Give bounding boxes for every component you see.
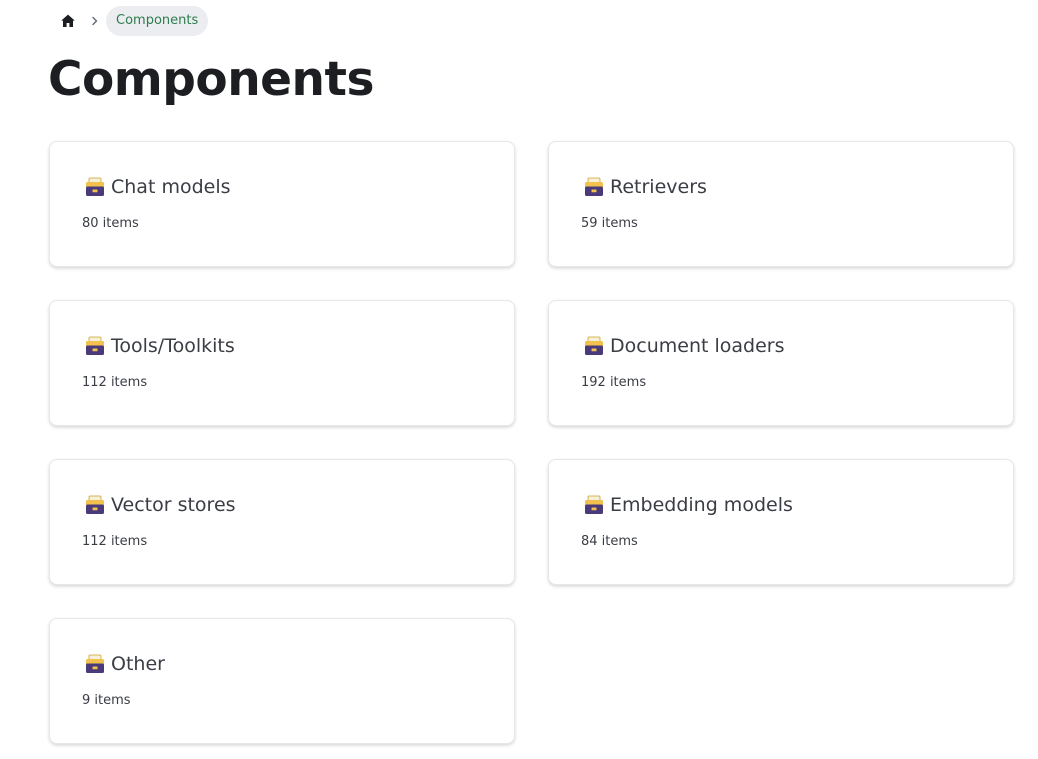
card-title-text: Other [111,653,165,675]
category-card-chat-models[interactable]: Chat models 80 items [49,141,515,267]
card-file-box-icon [583,176,605,198]
card-title: Vector stores [84,492,236,518]
card-file-box-icon [583,335,605,357]
category-card-tools-toolkits[interactable]: Tools/Toolkits 112 items [49,300,515,426]
card-item-count: 112 items [82,375,148,390]
category-card-retrievers[interactable]: Retrievers 59 items [548,141,1014,267]
card-title-text: Retrievers [610,176,707,198]
card-title: Embedding models [583,492,793,518]
card-file-box-icon [583,494,605,516]
breadcrumb: Components [52,5,209,36]
card-item-count: 84 items [581,534,638,549]
category-card-embedding-models[interactable]: Embedding models 84 items [548,459,1014,585]
card-file-box-icon [84,176,106,198]
card-file-box-icon [84,335,106,357]
page: Components Components Chat models 80 ite… [0,0,1038,759]
card-title: Chat models [84,174,231,200]
card-title: Tools/Toolkits [84,333,235,359]
category-card-document-loaders[interactable]: Document loaders 192 items [548,300,1014,426]
card-title-text: Chat models [111,176,231,198]
category-card-vector-stores[interactable]: Vector stores 112 items [49,459,515,585]
card-item-count: 59 items [581,216,638,231]
card-title-text: Embedding models [610,494,793,516]
chevron-right-icon [84,6,106,36]
card-item-count: 9 items [82,693,131,708]
breadcrumb-current[interactable]: Components [106,5,209,36]
page-title: Components [48,52,374,107]
card-title: Document loaders [583,333,784,359]
card-title: Other [84,651,165,677]
card-file-box-icon [84,653,106,675]
card-item-count: 192 items [581,375,647,390]
card-title-text: Document loaders [610,335,785,357]
card-title: Retrievers [583,174,707,200]
card-item-count: 112 items [82,534,148,549]
card-file-box-icon [84,494,106,516]
card-title-text: Vector stores [111,494,236,516]
card-title-text: Tools/Toolkits [111,335,235,357]
home-icon [61,14,75,27]
category-card-other[interactable]: Other 9 items [49,618,515,744]
breadcrumb-home-link[interactable] [52,6,84,36]
card-item-count: 80 items [82,216,139,231]
